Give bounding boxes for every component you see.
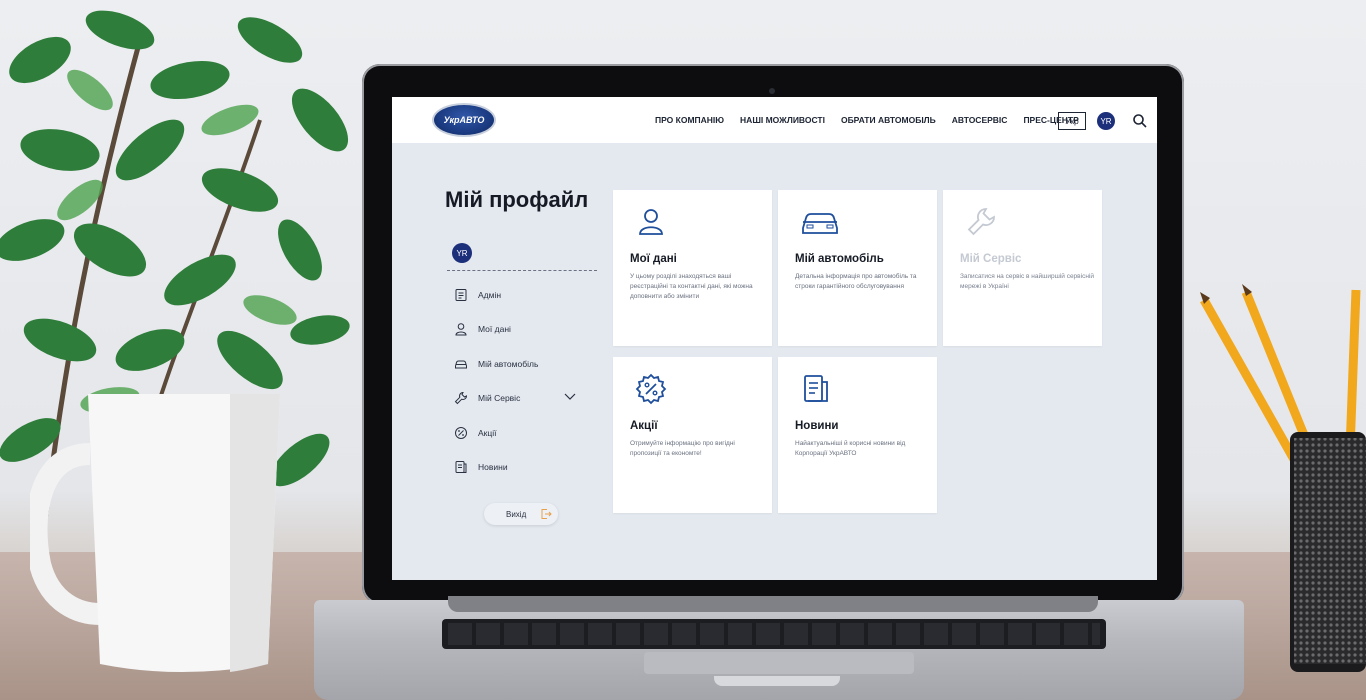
mug-image: [30, 394, 280, 672]
wrench-icon: [454, 391, 468, 405]
card-title: Мій Сервіс: [960, 253, 1022, 265]
language-switch[interactable]: Укр: [1058, 112, 1086, 130]
user-icon: [639, 209, 663, 235]
card-title: Мої дані: [630, 253, 677, 265]
sidebar-item-promotions[interactable]: Акції: [454, 425, 584, 441]
sidebar-item-label: Мій автомобіль: [478, 359, 539, 369]
card-title: Новини: [795, 420, 839, 432]
exit-button[interactable]: Вихід: [484, 503, 558, 525]
percent-icon: [635, 373, 667, 405]
sidebar-item-admin[interactable]: Адмін: [454, 287, 584, 303]
chevron-down-icon[interactable]: [564, 393, 576, 401]
card-my-data[interactable]: Мої дані У цьому розділі знаходяться ваш…: [613, 190, 772, 346]
site-header: УкрАВТО ПРО КОМПАНІЮ НАШІ МОЖЛИВОСТІ ОБР…: [392, 97, 1157, 143]
page-title: Мій профайл: [445, 187, 589, 212]
sidebar-item-my-car[interactable]: Мій автомобіль: [454, 356, 584, 372]
car-icon: [802, 213, 838, 234]
card-title: Акції: [630, 420, 658, 432]
logout-icon: [541, 509, 552, 519]
nav-item-capabilities[interactable]: НАШІ МОЖЛИВОСТІ: [740, 115, 825, 125]
sidebar-item-label: Новини: [478, 462, 508, 472]
user-icon: [455, 323, 467, 336]
laptop-notch: [714, 676, 840, 686]
laptop-trackpad: [644, 652, 914, 674]
sidebar-item-label: Адмін: [478, 290, 502, 300]
percent-icon: [455, 427, 467, 439]
card-description: Детальна інформація про автомобіль та ст…: [795, 273, 917, 290]
laptop-hinge: [448, 596, 1098, 612]
card-my-car[interactable]: Мій автомобіль Детальна інформація про а…: [778, 190, 937, 346]
card-promotions[interactable]: Акції Отримуйте інформацію про вигідні п…: [613, 357, 772, 513]
exit-label: Вихід: [506, 509, 527, 519]
nav-item-about[interactable]: ПРО КОМПАНІЮ: [655, 115, 724, 125]
card-description: Записатися на сервіс в найширшій сервісн…: [960, 273, 1094, 290]
sidebar-divider: [447, 270, 597, 271]
car-icon: [455, 360, 467, 369]
webcam: [769, 88, 775, 94]
card-my-service[interactable]: Мій Сервіс Записатися на сервіс в найшир…: [943, 190, 1102, 346]
nav-item-choose-car[interactable]: ОБРАТИ АВТОМОБІЛЬ: [841, 115, 936, 125]
profile-avatar[interactable]: YR: [452, 243, 472, 263]
card-title: Мій автомобіль: [795, 253, 884, 265]
sidebar-item-news[interactable]: Новини: [454, 459, 584, 475]
sidebar-item-label: Акції: [478, 428, 497, 438]
nav-item-service[interactable]: АВТОСЕРВІС: [952, 115, 1008, 125]
logo-text: УкрАВТО: [443, 115, 485, 125]
wrench-icon: [967, 208, 995, 236]
sidebar-item-label: Мій Сервіс: [478, 393, 521, 403]
website-screen: УкрАВТО ПРО КОМПАНІЮ НАШІ МОЖЛИВОСТІ ОБР…: [392, 97, 1157, 580]
news-icon: [455, 461, 467, 473]
sidebar-item-my-data[interactable]: Мої дані: [454, 321, 584, 337]
header-avatar[interactable]: YR: [1097, 112, 1115, 130]
news-icon: [804, 375, 828, 402]
document-icon: [455, 289, 467, 301]
ukravto-logo[interactable]: УкрАВТО: [432, 103, 496, 137]
card-description: У цьому розділі знаходяться ваші реєстра…: [630, 273, 753, 300]
card-description: Найактуальніші й корисні новини від Корп…: [795, 440, 906, 457]
main-nav: ПРО КОМПАНІЮ НАШІ МОЖЛИВОСТІ ОБРАТИ АВТО…: [655, 115, 1095, 125]
search-icon[interactable]: [1132, 113, 1148, 129]
card-description: Отримуйте інформацію про вигідні пропози…: [630, 440, 735, 457]
sidebar-item-label: Мої дані: [478, 324, 511, 334]
laptop-keyboard: [442, 619, 1106, 649]
card-news[interactable]: Новини Найактуальніші й корисні новини в…: [778, 357, 937, 513]
